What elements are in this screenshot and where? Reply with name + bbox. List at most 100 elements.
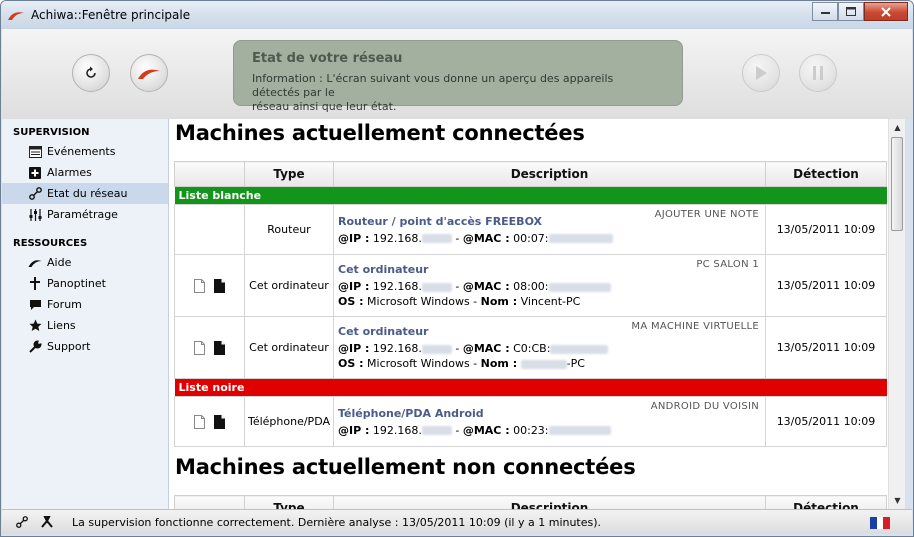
column-header-detection[interactable]: Détection [765,495,887,509]
detection-date: 13/05/2011 10:09 [765,204,887,255]
sidebar-item-label: Evénements [47,145,116,158]
device-note[interactable]: MA MACHINE VIRTUELLE [631,321,759,332]
column-header-icons[interactable] [174,161,245,187]
heading-disconnected: Machines actuellement non connectées [175,455,636,479]
device-address-line: @IP : 192.168. - @MAC : 00:07: [338,232,761,245]
device-note[interactable]: AJOUTER UNE NOTE [655,209,759,220]
blank-document-icon[interactable] [193,414,205,429]
column-header-type[interactable]: Type [244,161,334,187]
refresh-icon [86,66,96,78]
refresh-button[interactable] [72,54,110,92]
info-panel-title: Etat de votre réseau [252,51,403,66]
row-icons-cell [174,316,245,379]
blank-document-icon[interactable] [193,340,205,355]
device-description: Routeur / point d'accès FREEBOX AJOUTER … [333,204,766,255]
device-os-line: OS : Microsoft Windows - Nom : -PC [338,357,585,370]
column-header-type[interactable]: Type [244,495,334,509]
achiwa-home-button[interactable] [130,54,168,92]
speech-bubble-icon [28,298,42,312]
blacklist-label: Liste noire [174,378,887,397]
sidebar-section-ressources: RESSOURCES [13,238,88,249]
row-icons-cell [174,204,245,255]
star-icon [28,319,42,333]
sidebar-item-forum[interactable]: Forum [2,294,168,315]
sidebar-item-alarmes[interactable]: Alarmes [2,162,168,183]
device-note[interactable]: ANDROID DU VOISIN [651,401,759,412]
achiwa-icon [28,256,42,270]
scroll-up-arrow-icon[interactable]: ▲ [889,119,906,136]
settings-sliders-icon [28,208,42,222]
table-row[interactable]: Routeur Routeur / point d'accès FREEBOX … [174,204,887,255]
info-panel-text-line2: réseau ainsi que leur état. [252,100,397,113]
document-icon[interactable] [214,340,226,355]
sidebar: SUPERVISION Evénements Alarmes Etat du r… [2,119,169,509]
sidebar-item-liens[interactable]: Liens [2,315,168,336]
scrollbar-thumb[interactable] [891,137,903,231]
toolbar: Etat de votre réseau Information : L'écr… [2,29,912,119]
play-icon [756,66,767,80]
document-icon[interactable] [214,278,226,293]
table-row[interactable]: Téléphone/PDA Téléphone/PDA Android ANDR… [174,396,887,447]
sidebar-item-label: Liens [47,319,76,332]
device-address-line: @IP : 192.168. - @MAC : C0:CB: [338,342,761,355]
device-address-line: @IP : 192.168. - @MAC : 08:00: [338,280,761,293]
sidebar-section-supervision: SUPERVISION [13,127,90,138]
detection-date: 13/05/2011 10:09 [765,316,887,379]
sidebar-item-support[interactable]: Support [2,336,168,357]
pause-icon [813,66,823,80]
network-icon [28,187,42,201]
achiwa-logo-icon [138,69,160,79]
wrench-icon [28,340,42,354]
main-window: Achiwa::Fenêtre principale Etat de votre… [0,0,914,537]
sidebar-item-aide[interactable]: Aide [2,252,168,273]
sidebar-item-label: Panoptinet [47,277,106,290]
whitelist-label: Liste blanche [174,186,887,205]
column-header-description[interactable]: Description [333,495,766,509]
maximize-button[interactable] [838,2,864,21]
minimize-button[interactable] [812,2,838,21]
close-button[interactable] [864,2,908,21]
document-icon[interactable] [214,414,226,429]
achiwa-logo-icon [8,12,24,20]
title-bar[interactable]: Achiwa::Fenêtre principale [1,1,913,29]
device-type: Cet ordinateur [244,254,334,317]
puzzle-icon [28,277,42,291]
tools-icon [41,516,53,528]
scroll-down-arrow-icon[interactable]: ▼ [889,492,906,509]
info-panel-text-line1: Information : L'écran suivant vous donne… [252,72,614,99]
network-icon [16,516,28,528]
french-flag-icon[interactable] [870,517,891,529]
sidebar-item-label: Alarmes [47,166,92,179]
device-address-line: @IP : 192.168. - @MAC : 00:23: [338,424,761,437]
row-icons-cell [174,254,245,317]
column-header-icons[interactable] [174,495,245,509]
device-description: Cet ordinateur PC SALON 1 @IP : 192.168.… [333,254,766,317]
sidebar-item-panoptinet[interactable]: Panoptinet [2,273,168,294]
device-type: Routeur [244,204,334,255]
status-bar: La supervision fonctionne correctement. … [2,509,912,534]
device-type: Cet ordinateur [244,316,334,379]
column-header-description[interactable]: Description [333,161,766,187]
sidebar-item-etat-reseau[interactable]: Etat du réseau [2,183,168,204]
sidebar-item-evenements[interactable]: Evénements [2,141,168,162]
sidebar-item-label: Support [47,340,91,353]
blank-document-icon[interactable] [193,278,205,293]
device-note[interactable]: PC SALON 1 [696,259,759,270]
heading-connected: Machines actuellement connectées [175,121,585,145]
column-header-detection[interactable]: Détection [765,161,887,187]
sidebar-item-parametrage[interactable]: Paramétrage [2,204,168,225]
pause-button[interactable] [799,54,837,92]
minimize-icon [820,11,830,14]
sidebar-item-label: Paramétrage [47,208,118,221]
table-row[interactable]: Cet ordinateur Cet ordinateur PC SALON 1… [174,254,887,317]
network-info-panel: Etat de votre réseau Information : L'écr… [233,40,683,113]
vertical-scrollbar[interactable]: ▲ ▼ [888,119,905,509]
table-row[interactable]: Cet ordinateur Cet ordinateur MA MACHINE… [174,316,887,379]
sidebar-item-label: Etat du réseau [47,187,128,200]
main-content: Machines actuellement connectées Type De… [169,119,888,509]
sidebar-item-label: Forum [47,298,82,311]
play-button[interactable] [742,54,780,92]
window-controls [812,2,908,21]
whitelist-band: Liste blanche [174,186,887,205]
plus-box-icon [28,166,42,180]
